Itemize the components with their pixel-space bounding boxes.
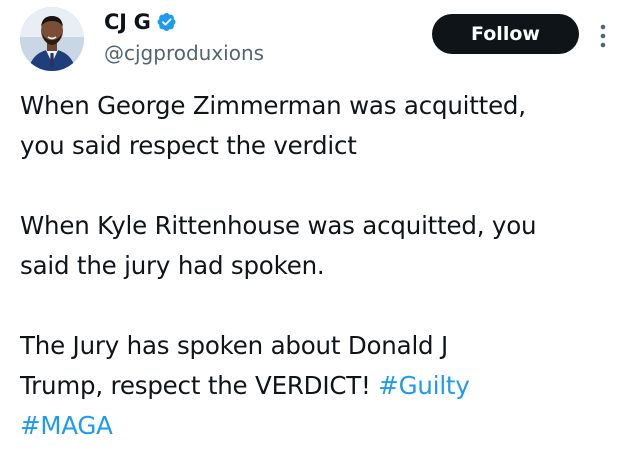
display-name[interactable]: CJ G <box>104 9 151 35</box>
hashtag-maga-link[interactable]: #MAGA <box>20 411 113 440</box>
author-name-row[interactable]: CJ G <box>104 9 177 35</box>
follow-button[interactable]: Follow <box>432 14 579 54</box>
tweet-paragraph-1: When George Zimmerman was acquitted, you… <box>20 91 526 160</box>
tweet-card: CJ G @cjgproduxions Follow When George Z… <box>0 0 640 466</box>
more-vertical-icon[interactable] <box>598 22 608 50</box>
tweet-paragraph-2: When Kyle Rittenhouse was acquitted, you… <box>20 211 537 280</box>
hashtag-guilty-link[interactable]: #Guilty <box>378 371 470 400</box>
author-handle[interactable]: @cjgproduxions <box>104 40 264 66</box>
tweet-text: When George Zimmerman was acquitted, you… <box>20 86 620 446</box>
tweet-paragraph-3: The Jury has spoken about Donald J Trump… <box>20 326 620 446</box>
profile-photo-icon <box>20 7 84 71</box>
avatar[interactable] <box>20 7 84 71</box>
verified-badge-icon <box>157 12 177 32</box>
